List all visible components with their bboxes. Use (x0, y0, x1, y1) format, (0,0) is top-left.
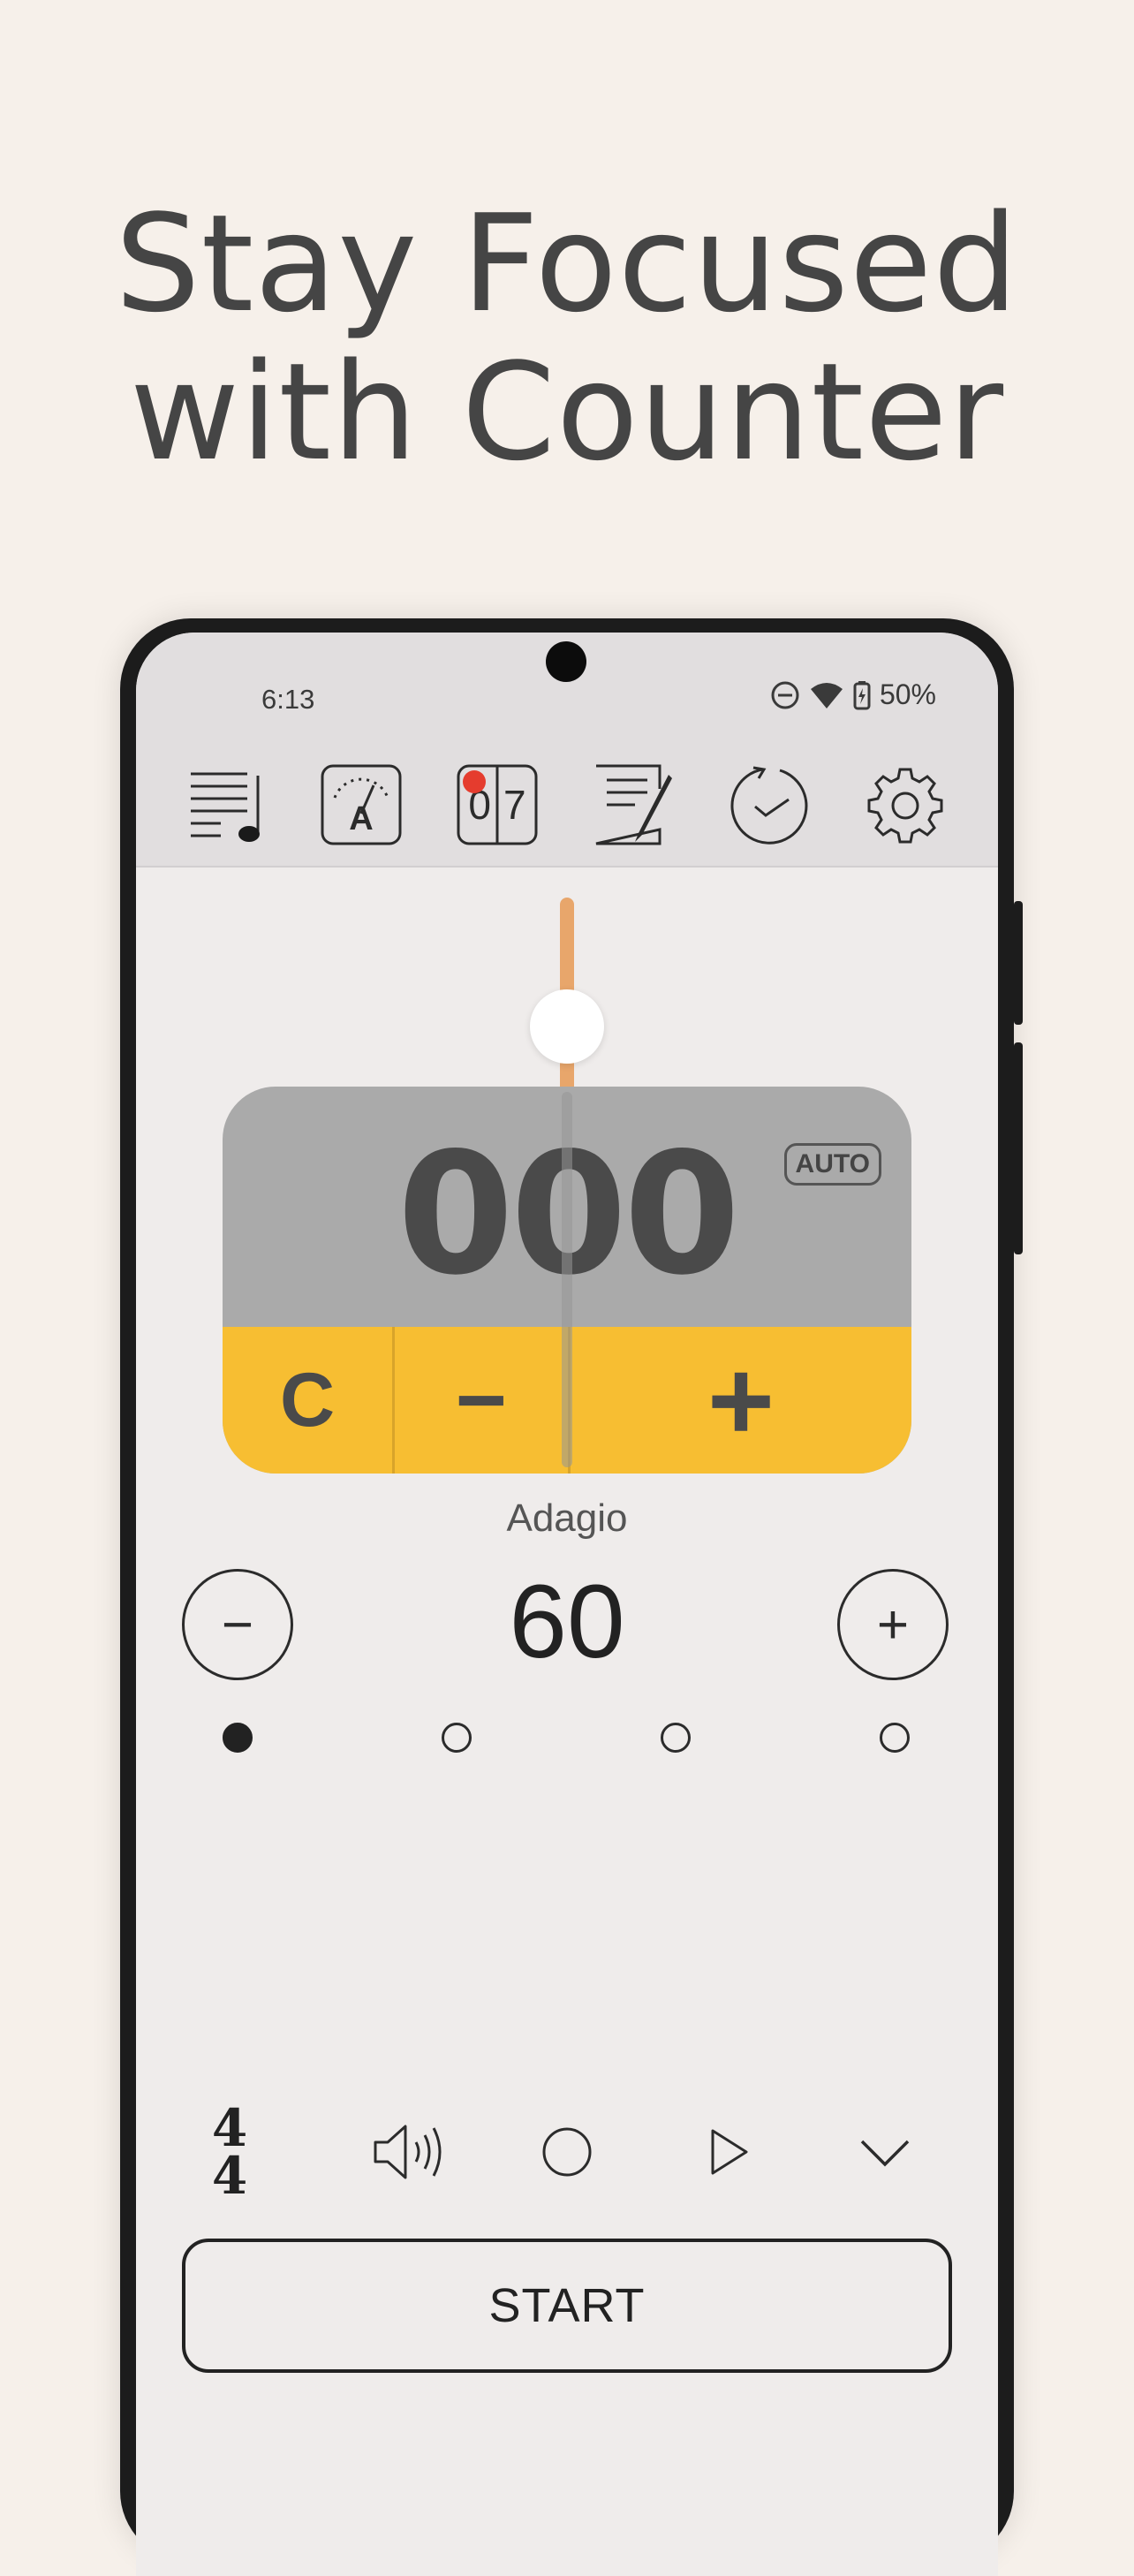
headline: Stay Focused with Counter (0, 190, 1134, 487)
time-signature-bottom: 4 (211, 2146, 248, 2206)
settings-icon (867, 768, 943, 844)
speaker-icon (374, 2125, 442, 2179)
tempo-increase-button[interactable]: + (837, 1569, 949, 1680)
toolbar-setlist-button[interactable] (177, 756, 274, 853)
bottom-controls: 4 4 (136, 2099, 998, 2205)
accent-button[interactable] (523, 2099, 611, 2205)
play-button[interactable] (685, 2099, 774, 2205)
toolbar-counter-button[interactable]: 07 (449, 756, 546, 853)
toolbar-settings-button[interactable] (857, 756, 954, 853)
counter-decrement-button[interactable]: − (395, 1327, 571, 1474)
battery-percent: 50% (879, 678, 936, 710)
time-signature: 4 4 (211, 2098, 248, 2206)
beat-indicator-2[interactable] (442, 1723, 472, 1753)
tempo-slider-thumb[interactable] (530, 989, 604, 1064)
slider-overlay (562, 1092, 572, 1467)
front-camera (546, 641, 586, 682)
expand-button[interactable] (841, 2099, 929, 2205)
status-time: 6:13 (261, 684, 315, 715)
chevron-down-icon (860, 2140, 910, 2167)
wifi-icon (810, 682, 843, 708)
setlist-icon (191, 772, 260, 842)
phone-power-button (1014, 1042, 1023, 1254)
notes-icon (595, 764, 672, 845)
beat-indicator-4[interactable] (880, 1723, 910, 1753)
sound-button[interactable] (366, 2099, 454, 2205)
phone-volume-button (1014, 901, 1023, 1025)
circle-icon (542, 2127, 592, 2177)
counter-clear-button[interactable]: C (223, 1327, 395, 1474)
time-signature-top: 4 (211, 2098, 248, 2158)
auto-toggle[interactable]: AUTO (783, 1143, 881, 1186)
timer-icon (730, 766, 808, 845)
phone-screen: 6:13 50% A 07 000 AUTO C − + Adagio − 60… (136, 633, 998, 2576)
do-not-disturb-icon (771, 681, 799, 708)
toolbar-notes-button[interactable] (585, 756, 682, 853)
notification-dot (463, 770, 486, 793)
toolbar-tuner-button[interactable]: A (313, 756, 410, 853)
headline-line-2: with Counter (129, 334, 1005, 490)
start-button[interactable]: START (182, 2239, 952, 2373)
beat-indicator-1[interactable] (223, 1723, 253, 1753)
play-icon (711, 2129, 748, 2175)
time-signature-button[interactable]: 4 4 (185, 2099, 274, 2205)
counter-icon-label: 07 (468, 782, 539, 828)
tuner-label: A (349, 800, 374, 837)
beat-indicator-3[interactable] (661, 1723, 691, 1753)
battery-icon (853, 680, 871, 709)
toolbar: A 07 (136, 756, 998, 853)
status-icons: 50% (770, 678, 936, 711)
tempo-marking: Adagio (506, 1496, 628, 1540)
counter-increment-button[interactable]: + (571, 1327, 911, 1474)
toolbar-timer-button[interactable] (721, 756, 818, 853)
headline-line-1: Stay Focused (115, 186, 1019, 342)
